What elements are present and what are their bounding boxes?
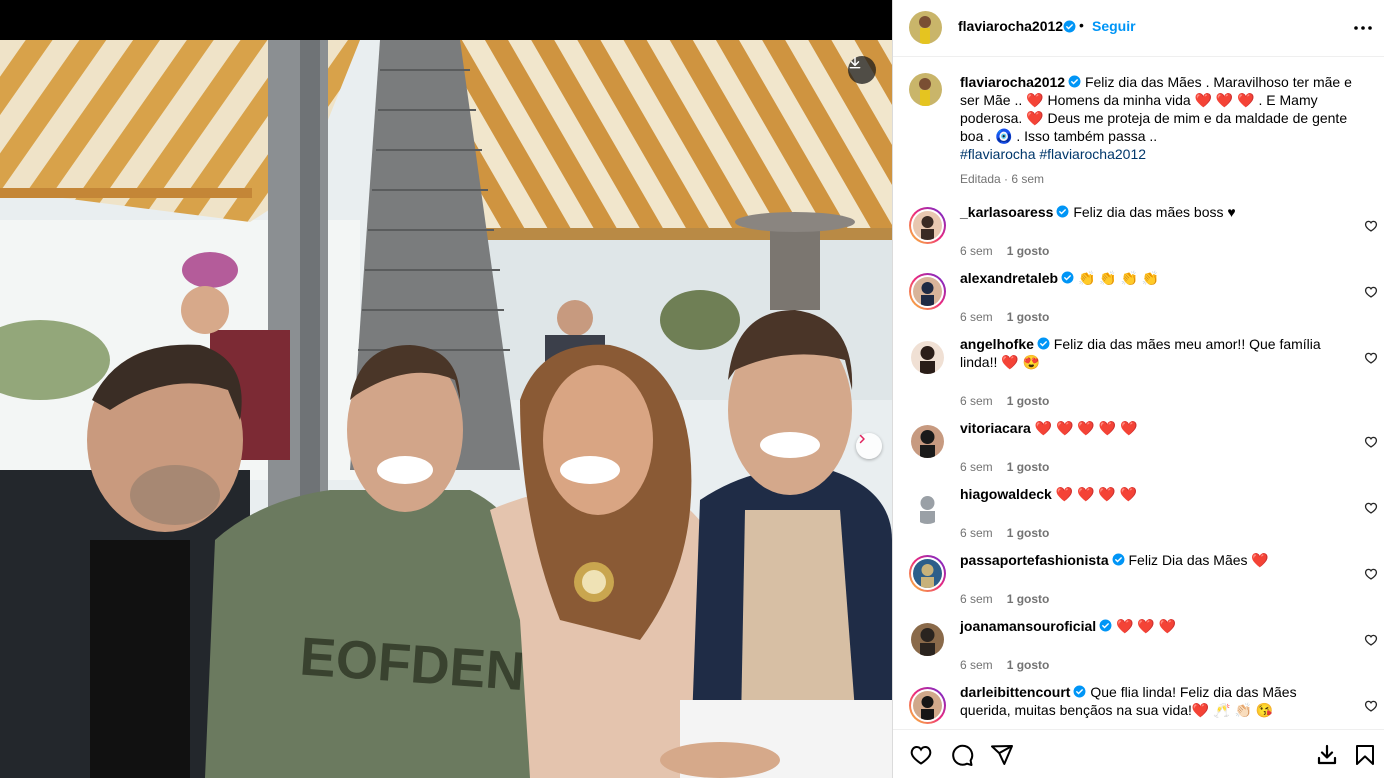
bookmark-icon[interactable] [1353,743,1377,767]
caption-edited-meta: Editada · 6 sem [960,172,1045,186]
comment-body: _karlasoaress Feliz dia das mães boss ♥ [960,203,1335,221]
comment-meta: 6 sem 1 gosto [960,394,1049,408]
verified-badge-icon [1099,619,1112,632]
comment-username[interactable]: _karlasoaress [960,204,1053,220]
download-photo-button[interactable] [848,56,876,84]
comment-text: Feliz dia das mães boss ♥ [1073,204,1236,220]
send-icon[interactable] [990,743,1014,767]
comment-body: passaportefashionista Feliz Dia das Mães… [960,551,1335,569]
download-icon[interactable] [1315,743,1339,767]
comment-age[interactable]: 6 sem [960,658,993,672]
caption-hashtags[interactable]: #flaviarocha #flaviarocha2012 [960,146,1146,162]
comment-text: ❤️ ❤️ ❤️ ❤️ ❤️ [1034,420,1138,436]
verified-badge-icon [1061,271,1074,284]
comment-age[interactable]: 6 sem [960,592,993,606]
verified-badge-icon [1112,553,1125,566]
comment-item: angelhofke Feliz dia das mães meu amor!!… [909,331,1379,408]
comment-likes-count[interactable]: 1 gosto [1007,526,1050,540]
comment-age[interactable]: 6 sem [960,310,993,324]
comment-username[interactable]: darleibittencourt [960,684,1070,700]
instagram-post-view: EOFDEN flaviarocha2012 • Seguir flaviaro… [0,0,1384,778]
verified-badge-icon [1063,20,1076,33]
commenter-avatar[interactable] [911,425,944,458]
post-side-panel: flaviarocha2012 • Seguir flaviarocha2012… [892,0,1384,778]
like-comment-heart-icon[interactable] [1364,219,1378,233]
comment-text: ❤️ ❤️ ❤️ [1116,618,1177,634]
comment-age[interactable]: 6 sem [960,244,993,258]
comment-username[interactable]: alexandretaleb [960,270,1058,286]
like-comment-heart-icon[interactable] [1364,285,1378,299]
comment-meta: 6 sem 1 gosto [960,310,1049,324]
verified-badge-icon [1037,337,1050,350]
comment-meta: 6 sem 1 gosto [960,592,1049,606]
comment-likes-count[interactable]: 1 gosto [1007,460,1050,474]
comment-body: darleibittencourt Que flia linda! Feliz … [960,683,1335,719]
comment-username[interactable]: vitoriacara [960,420,1031,436]
download-icon [849,57,861,69]
comment-age[interactable]: 6 sem [960,394,993,408]
comment-icon[interactable] [950,743,974,767]
comment-likes-count[interactable]: 1 gosto [1007,244,1050,258]
author-avatar[interactable] [909,11,942,44]
comment-body: joanamansouroficial ❤️ ❤️ ❤️ [960,617,1335,635]
photo-illustration: EOFDEN [0,0,892,778]
comment-text: ❤️ ❤️ ❤️ ❤️ [1055,486,1138,502]
comment-item: hiagowaldeck ❤️ ❤️ ❤️ ❤️ 6 sem 1 gosto [909,481,1379,541]
comment-item: alexandretaleb 👏 👏 👏 👏 6 sem 1 gosto [909,265,1379,325]
comment-username[interactable]: joanamansouroficial [960,618,1096,634]
comment-meta: 6 sem 1 gosto [960,460,1049,474]
comment-text: Feliz Dia das Mães ❤️ [1128,552,1269,568]
like-comment-heart-icon[interactable] [1364,435,1378,449]
like-comment-heart-icon[interactable] [1364,699,1378,713]
comment-item: _karlasoaress Feliz dia das mães boss ♥ 6… [909,199,1379,259]
verified-badge-icon [1068,75,1081,88]
comment-meta: 6 sem 1 gosto [960,244,1049,258]
verified-badge-icon [1056,205,1069,218]
comment-username[interactable]: hiagowaldeck [960,486,1052,502]
caption-username[interactable]: flaviarocha2012 [960,74,1065,90]
caption-text-block: flaviarocha2012 Feliz dia das Mães . Mar… [960,73,1360,163]
post-action-bar [893,729,1384,778]
like-comment-heart-icon[interactable] [1364,633,1378,647]
like-comment-heart-icon[interactable] [1364,501,1378,515]
comment-item: vitoriacara ❤️ ❤️ ❤️ ❤️ ❤️ 6 sem 1 gosto [909,415,1379,475]
like-comment-heart-icon[interactable] [1364,351,1378,365]
comment-likes-count[interactable]: 1 gosto [1007,310,1050,324]
comment-body: vitoriacara ❤️ ❤️ ❤️ ❤️ ❤️ [960,419,1335,437]
post-header: flaviarocha2012 • Seguir [893,0,1384,57]
commenter-avatar[interactable] [911,491,944,524]
comment-age[interactable]: 6 sem [960,526,993,540]
comment-text: 👏 👏 👏 👏 [1077,270,1160,286]
chevron-right-icon [859,434,865,444]
commenter-avatar[interactable] [911,623,944,656]
comment-username[interactable]: angelhofke [960,336,1034,352]
comment-item: passaportefashionista Feliz Dia das Mães… [909,547,1379,607]
comment-item: joanamansouroficial ❤️ ❤️ ❤️ 6 sem 1 gosto [909,613,1379,673]
commenter-avatar[interactable] [911,341,944,374]
post-photo[interactable]: EOFDEN [0,0,892,778]
comment-age[interactable]: 6 sem [960,460,993,474]
comment-body: hiagowaldeck ❤️ ❤️ ❤️ ❤️ [960,485,1335,503]
comment-meta: 6 sem 1 gosto [960,526,1049,540]
more-options-icon[interactable] [1351,16,1375,40]
author-username[interactable]: flaviarocha2012 [958,18,1063,34]
follow-button[interactable]: Seguir [1092,18,1136,34]
comment-likes-count[interactable]: 1 gosto [1007,592,1050,606]
comment-likes-count[interactable]: 1 gosto [1007,658,1050,672]
verified-badge-icon [1074,685,1086,698]
comment-username[interactable]: passaportefashionista [960,552,1109,568]
next-photo-button[interactable] [856,433,882,459]
comment-meta: 6 sem 1 gosto [960,658,1049,672]
comment-body: angelhofke Feliz dia das mães meu amor!!… [960,335,1335,371]
commenter-avatar[interactable] [913,277,942,306]
header-separator: • [1079,17,1084,33]
comment-likes-count[interactable]: 1 gosto [1007,394,1050,408]
commenter-avatar[interactable] [913,691,942,720]
like-comment-heart-icon[interactable] [1364,567,1378,581]
caption-author-avatar[interactable] [909,73,942,106]
comment-body: alexandretaleb 👏 👏 👏 👏 [960,269,1335,287]
heart-icon[interactable] [909,743,933,767]
commenter-avatar[interactable] [913,559,942,588]
commenter-avatar[interactable] [913,211,942,240]
